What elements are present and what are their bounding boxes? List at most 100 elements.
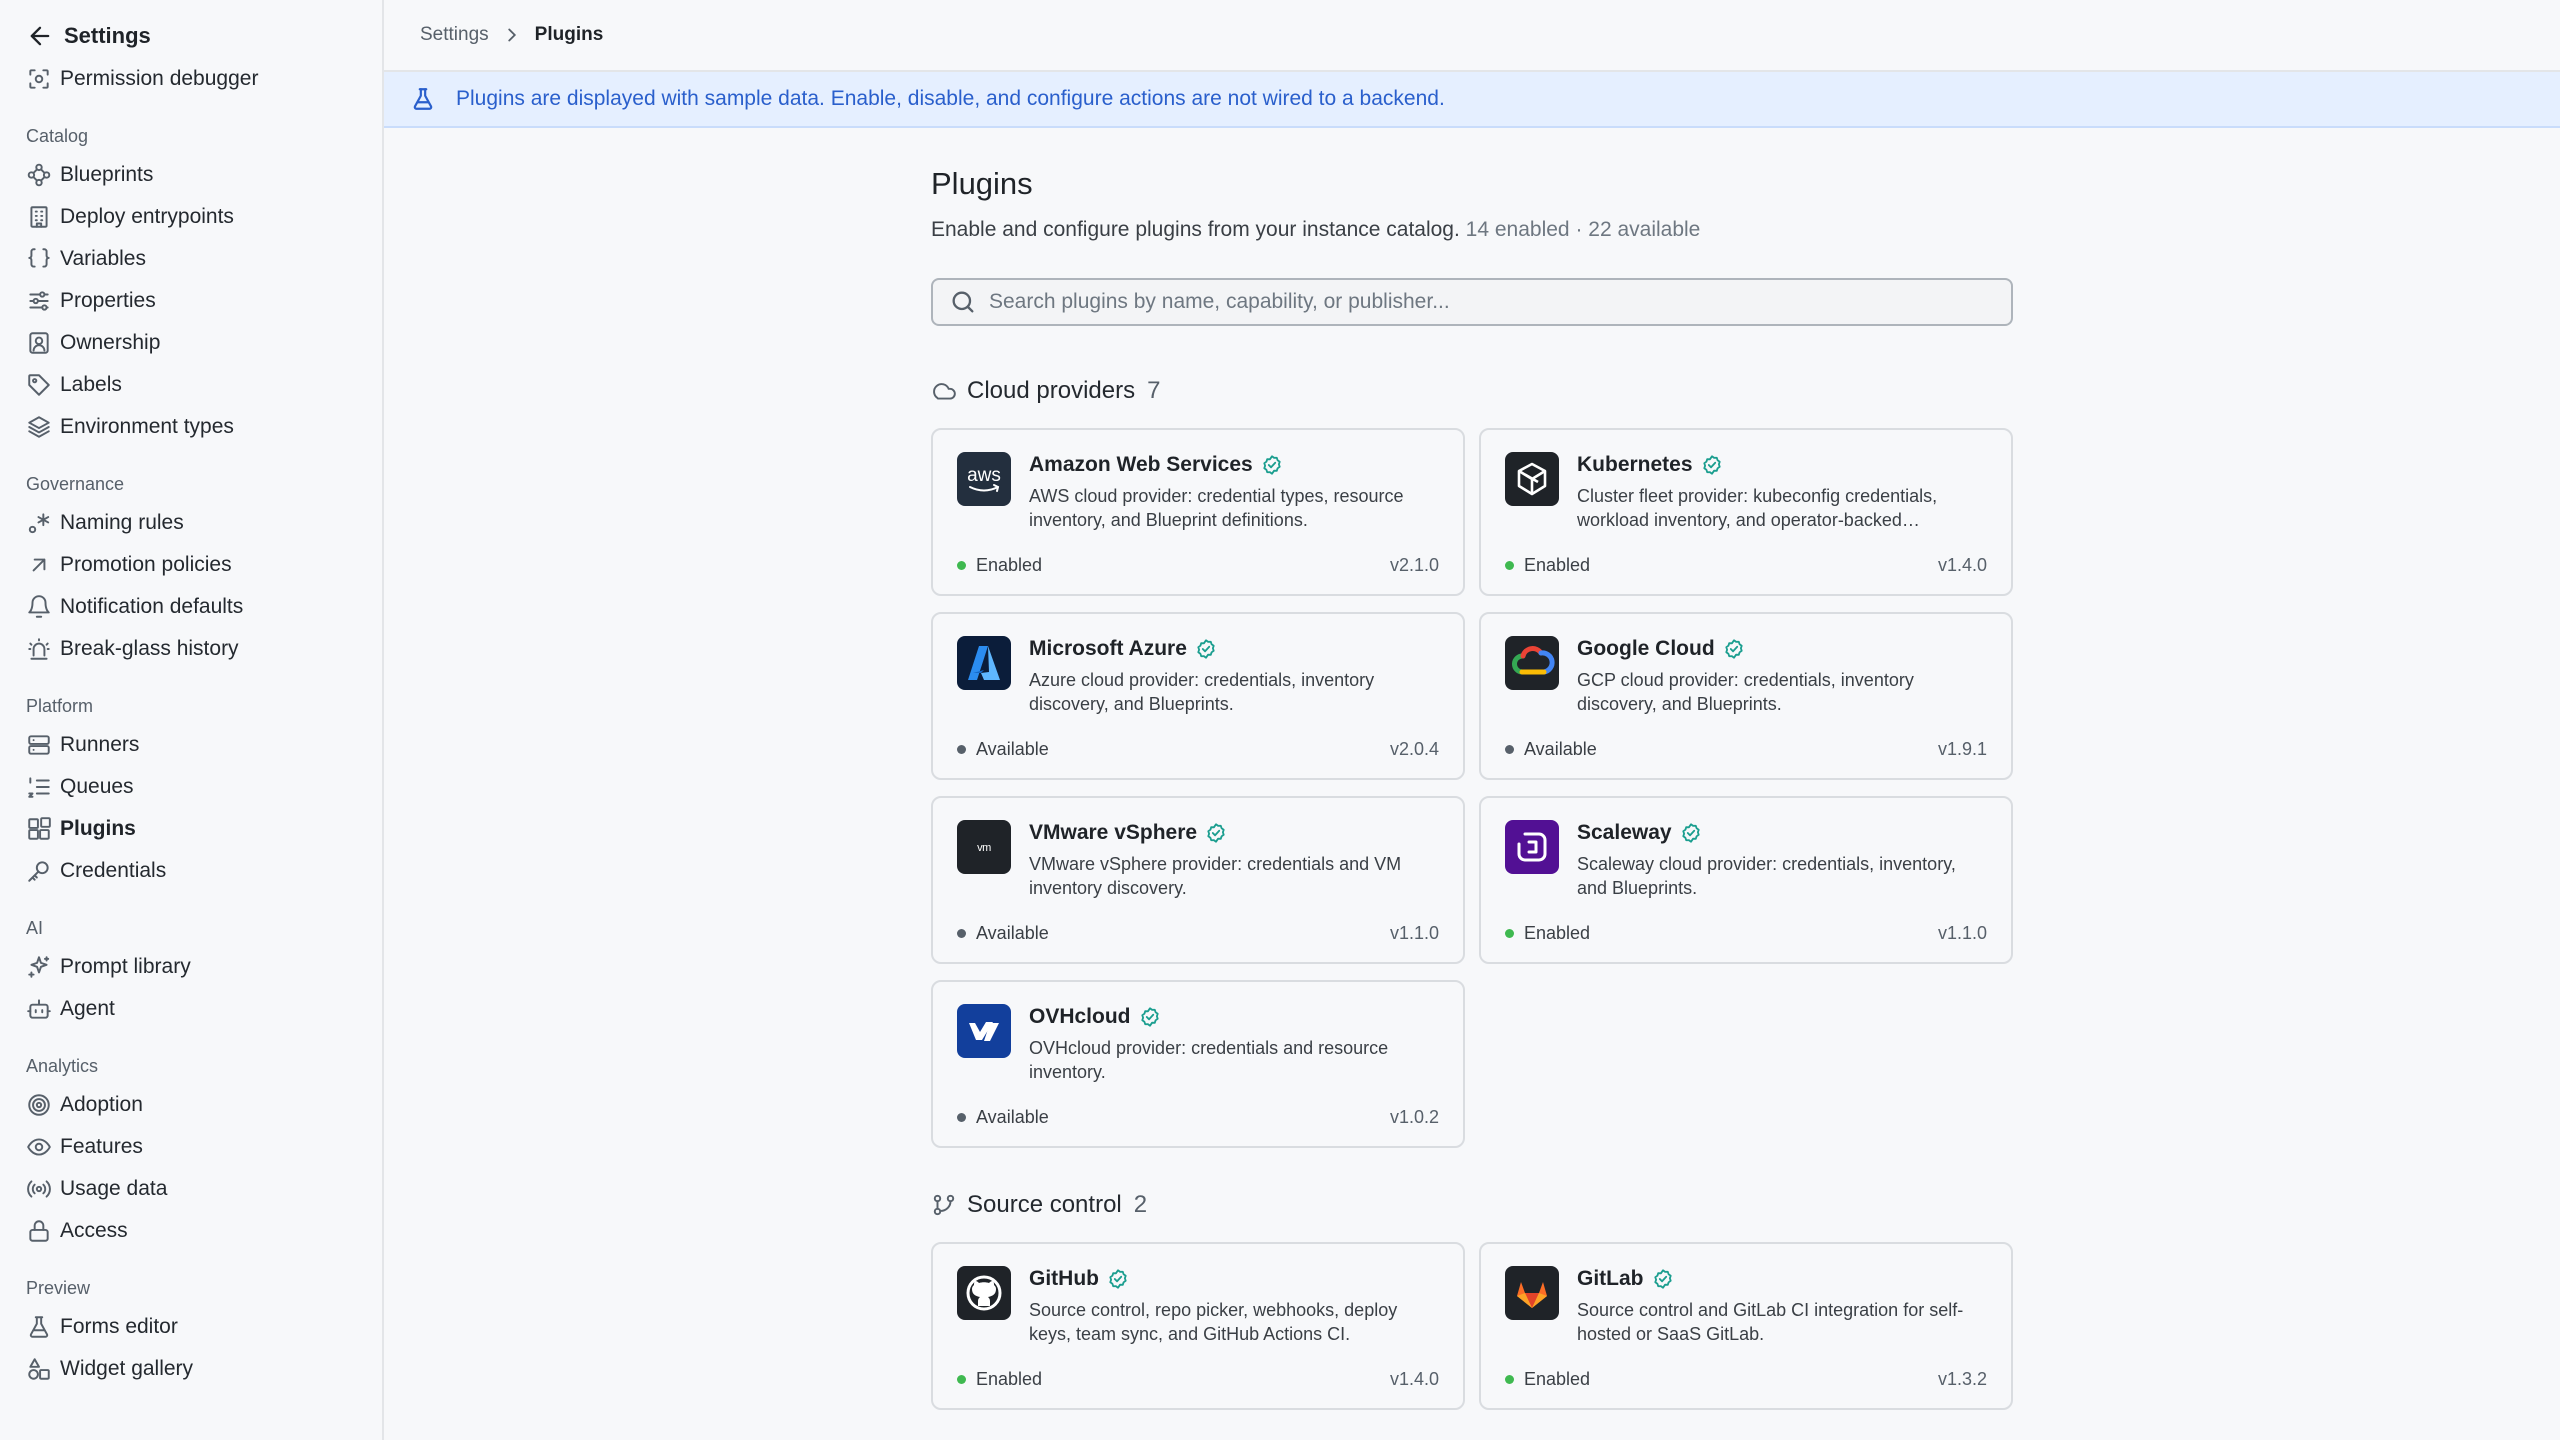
flask-icon bbox=[26, 1314, 52, 1340]
sidebar-item-adoption[interactable]: Adoption bbox=[26, 1084, 382, 1126]
plugin-card-ovhcloud[interactable]: OVHcloud OVHcloud provider: credentials … bbox=[931, 980, 1465, 1148]
sidebar-item-naming-rules[interactable]: Naming rules bbox=[26, 502, 382, 544]
status-dot-icon bbox=[1505, 561, 1514, 570]
sidebar-item-forms-editor[interactable]: Forms editor bbox=[26, 1306, 382, 1348]
plugin-status-label: Enabled bbox=[976, 1369, 1043, 1389]
plugin-status-label: Available bbox=[976, 923, 1049, 943]
plugin-status: Available bbox=[1505, 739, 1597, 760]
plugin-name: GitLab bbox=[1577, 1267, 1644, 1290]
eye-icon bbox=[26, 1134, 52, 1160]
sidebar-item-label: Plugins bbox=[60, 817, 136, 840]
plugin-name: GitHub bbox=[1029, 1267, 1099, 1290]
plugin-footer: Available v1.9.1 bbox=[1505, 739, 1987, 760]
plugin-description: Source control and GitLab CI integration… bbox=[1577, 1300, 1964, 1344]
back-to-settings[interactable]: Settings bbox=[26, 20, 382, 52]
sidebar-item-label: Break-glass history bbox=[60, 637, 239, 660]
plugin-version: v1.4.0 bbox=[1937, 555, 1987, 575]
category-name: Source control bbox=[967, 1191, 1122, 1218]
sidebar-item-queues[interactable]: Queues bbox=[26, 766, 382, 808]
sidebar-item-plugins[interactable]: Plugins bbox=[26, 808, 382, 850]
aws-logo-icon: aws bbox=[957, 452, 1011, 506]
plugin-card-amazon-web-services[interactable]: aws Amazon Web Services AWS cloud provid… bbox=[931, 428, 1465, 596]
plugin-name: Kubernetes bbox=[1577, 453, 1693, 476]
list-ordered-icon bbox=[26, 774, 52, 800]
svg-text:vm: vm bbox=[977, 842, 991, 854]
status-dot-icon bbox=[1505, 1375, 1514, 1384]
sidebar-item-permission-debugger[interactable]: Permission debugger bbox=[26, 58, 382, 100]
plugin-description: GCP cloud provider: credentials, invento… bbox=[1577, 670, 1914, 714]
sidebar-section-analytics: Analytics bbox=[26, 1056, 99, 1076]
sidebar-item-label: Naming rules bbox=[60, 511, 184, 534]
bell-icon bbox=[26, 594, 52, 620]
plugin-name-row: Amazon Web Services bbox=[1029, 452, 1439, 478]
plugin-status-label: Available bbox=[976, 1107, 1049, 1127]
sidebar-item-notification-defaults[interactable]: Notification defaults bbox=[26, 586, 382, 628]
plugin-version: v1.9.1 bbox=[1937, 739, 1987, 759]
scan-icon bbox=[26, 66, 52, 92]
category-cloud-providers: Cloud providers 7 aws Amazon Web Service… bbox=[931, 374, 2013, 1148]
sidebar-item-environment-types[interactable]: Environment types bbox=[26, 406, 382, 448]
plugin-footer: Enabled v2.1.0 bbox=[957, 555, 1439, 576]
sidebar-item-label: Variables bbox=[60, 247, 146, 270]
category-source-control: Source control 2 GitHub Source control, … bbox=[931, 1188, 2013, 1410]
plugin-name-row: Kubernetes bbox=[1577, 452, 1987, 478]
status-dot-icon bbox=[1505, 929, 1514, 938]
plugin-card-vmware-vsphere[interactable]: vm VMware vSphere VMware vSphere provide… bbox=[931, 796, 1465, 964]
sidebar-item-promotion-policies[interactable]: Promotion policies bbox=[26, 544, 382, 586]
plugin-card-github[interactable]: GitHub Source control, repo picker, webh… bbox=[931, 1242, 1465, 1410]
status-dot-icon bbox=[957, 1375, 966, 1384]
sidebar-nav: Permission debugger Catalog Blueprints D… bbox=[26, 58, 382, 1390]
plugin-grid: aws Amazon Web Services AWS cloud provid… bbox=[931, 428, 2013, 1148]
subtitle-text: Enable and configure plugins from your i… bbox=[931, 218, 1460, 241]
status-dot-icon bbox=[957, 929, 966, 938]
sidebar-item-break-glass-history[interactable]: Break-glass history bbox=[26, 628, 382, 670]
sparkles-icon bbox=[26, 954, 52, 980]
ovhcloud-logo-icon bbox=[957, 1004, 1011, 1058]
plugin-status: Available bbox=[957, 739, 1049, 760]
shapes-icon bbox=[26, 1356, 52, 1382]
sidebar-item-label: Widget gallery bbox=[60, 1357, 194, 1380]
verified-badge-icon bbox=[1205, 822, 1227, 844]
plugin-footer: Available v2.0.4 bbox=[957, 739, 1439, 760]
sidebar-item-agent[interactable]: Agent bbox=[26, 988, 382, 1030]
sidebar-item-label: Notification defaults bbox=[60, 595, 244, 618]
sidebar-item-label: Adoption bbox=[60, 1093, 143, 1116]
sidebar-item-blueprints[interactable]: Blueprints bbox=[26, 154, 382, 196]
plugin-name-row: GitLab bbox=[1577, 1266, 1987, 1292]
plugin-name: Google Cloud bbox=[1577, 637, 1715, 660]
verified-badge-icon bbox=[1680, 822, 1702, 844]
sidebar-item-prompt-library[interactable]: Prompt library bbox=[26, 946, 382, 988]
sidebar-item-labels[interactable]: Labels bbox=[26, 364, 382, 406]
verified-badge-icon bbox=[1701, 454, 1723, 476]
search-box[interactable] bbox=[931, 278, 2013, 326]
plugin-footer: Available v1.1.0 bbox=[957, 923, 1439, 944]
sidebar-item-properties[interactable]: Properties bbox=[26, 280, 382, 322]
sidebar-section-governance: Governance bbox=[26, 474, 125, 494]
sidebar-item-ownership[interactable]: Ownership bbox=[26, 322, 382, 364]
sidebar-item-runners[interactable]: Runners bbox=[26, 724, 382, 766]
search-input[interactable] bbox=[989, 290, 1889, 314]
plugin-card-microsoft-azure[interactable]: Microsoft Azure Azure cloud provider: cr… bbox=[931, 612, 1465, 780]
sidebar-item-variables[interactable]: Variables bbox=[26, 238, 382, 280]
plugin-name: Amazon Web Services bbox=[1029, 453, 1253, 476]
plugin-card-kubernetes[interactable]: Kubernetes Cluster fleet provider: kubec… bbox=[1479, 428, 2013, 596]
sidebar-item-label: Properties bbox=[60, 289, 156, 312]
plugin-footer: Available v1.0.2 bbox=[957, 1107, 1439, 1128]
cloud-icon bbox=[931, 378, 957, 404]
sidebar-item-credentials[interactable]: Credentials bbox=[26, 850, 382, 892]
target-icon bbox=[26, 1092, 52, 1118]
plugin-status: Enabled bbox=[1505, 1369, 1590, 1390]
sidebar-item-deploy-entrypoints[interactable]: Deploy entrypoints bbox=[26, 196, 382, 238]
sidebar-item-access[interactable]: Access bbox=[26, 1210, 382, 1252]
bot-icon bbox=[26, 996, 52, 1022]
sidebar-item-widget-gallery[interactable]: Widget gallery bbox=[26, 1348, 382, 1390]
category-header: Source control 2 bbox=[931, 1188, 2013, 1222]
plugin-card-google-cloud[interactable]: Google Cloud GCP cloud provider: credent… bbox=[1479, 612, 2013, 780]
sidebar-item-features[interactable]: Features bbox=[26, 1126, 382, 1168]
plugin-footer: Enabled v1.4.0 bbox=[957, 1369, 1439, 1390]
plugin-card-gitlab[interactable]: GitLab Source control and GitLab CI inte… bbox=[1479, 1242, 2013, 1410]
plugin-name: Microsoft Azure bbox=[1029, 637, 1187, 660]
breadcrumb-settings[interactable]: Settings bbox=[420, 24, 489, 46]
plugin-card-scaleway[interactable]: Scaleway Scaleway cloud provider: creden… bbox=[1479, 796, 2013, 964]
sidebar-item-usage-data[interactable]: Usage data bbox=[26, 1168, 382, 1210]
